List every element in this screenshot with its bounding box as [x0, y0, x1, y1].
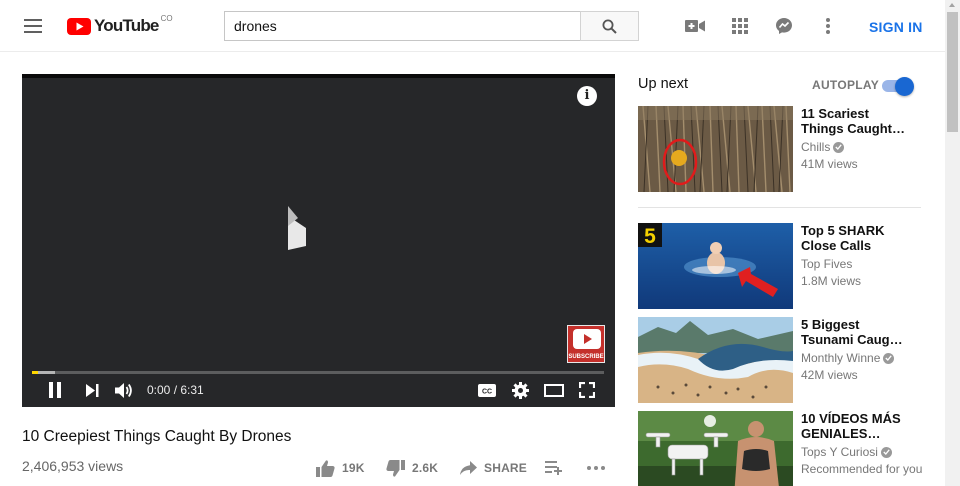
share-button[interactable]: SHARE	[460, 458, 527, 478]
recommendation-item[interactable]: 5 Biggest Tsunami Caug… Monthly Winne 42…	[638, 317, 928, 405]
autoplay-toggle-knob	[895, 77, 914, 96]
info-icon[interactable]: i	[577, 86, 597, 106]
recommendation-title[interactable]: 5 Biggest Tsunami Caug…	[801, 317, 906, 347]
svg-text:CC: CC	[482, 388, 492, 395]
youtube-logo[interactable]: YouTube CO	[67, 13, 173, 37]
captions-button[interactable]: CC	[476, 379, 498, 401]
recommendation-item[interactable]: 5 Top 5 SHARK Close Calls Top Fives 1.8M…	[638, 223, 928, 311]
pause-button[interactable]	[44, 379, 66, 401]
theater-mode-button[interactable]	[542, 379, 566, 401]
dislike-button[interactable]: 2.6K	[386, 458, 438, 478]
fullscreen-icon	[579, 382, 595, 398]
next-button[interactable]	[81, 379, 103, 401]
like-count: 19K	[342, 461, 365, 475]
recommendation-item[interactable]: 11 Scariest Things Caught… Chills 41M vi…	[638, 106, 928, 194]
player-top-bar	[22, 74, 615, 78]
like-button[interactable]: 19K	[316, 458, 365, 478]
search-button[interactable]	[580, 11, 639, 41]
recommendation-title[interactable]: 10 VÍDEOS MÁS GENIALES…	[801, 411, 906, 441]
up-next-heading: Up next	[638, 76, 688, 92]
menu-icon[interactable]	[18, 12, 48, 40]
pause-icon	[49, 382, 61, 398]
scroll-up-arrow-icon[interactable]	[949, 3, 955, 7]
settings-button[interactable]	[509, 379, 531, 401]
volume-button[interactable]	[113, 379, 137, 401]
thumbs-down-icon	[386, 459, 405, 477]
view-count: 2,406,953 views	[22, 458, 124, 474]
messages-icon[interactable]	[772, 14, 796, 38]
channel-name: Monthly Winne	[801, 351, 881, 365]
logo-region: CO	[160, 13, 173, 23]
recommendation-meta: 41M views	[801, 157, 858, 171]
autoplay-label: AUTOPLAY	[812, 78, 880, 92]
gear-icon	[511, 381, 529, 399]
scrollbar-thumb[interactable]	[947, 12, 958, 132]
recommendation-title[interactable]: Top 5 SHARK Close Calls	[801, 223, 906, 253]
video-thumbnail[interactable]: 5	[638, 223, 793, 309]
video-thumbnail[interactable]	[638, 106, 793, 192]
masthead: YouTube CO SIGN IN	[0, 0, 945, 52]
skip-next-icon	[85, 383, 98, 397]
recommendation-meta: 42M views	[801, 368, 858, 382]
dislike-count: 2.6K	[412, 461, 439, 475]
search-input[interactable]	[224, 11, 581, 41]
search-icon	[602, 19, 617, 34]
recommendation-item[interactable]: 10 VÍDEOS MÁS GENIALES… Tops Y Curiosi R…	[638, 411, 928, 486]
progress-played	[32, 371, 38, 374]
theater-mode-icon	[544, 383, 564, 397]
recommendation-meta: Recommended for you	[801, 462, 923, 476]
channel-name: Chills	[801, 140, 831, 154]
closed-captions-icon: CC	[478, 383, 496, 397]
verified-check-icon	[880, 446, 892, 458]
thumbnail-badge: 5	[644, 225, 656, 248]
more-vert-icon[interactable]	[816, 14, 840, 38]
subscribe-watermark[interactable]: SUBSCRIBE	[567, 325, 605, 363]
page-scrollbar[interactable]	[945, 0, 960, 486]
recommendation-channel[interactable]: Top Fives	[801, 257, 852, 271]
recommendation-meta: 1.8M views	[801, 274, 862, 288]
video-title: 10 Creepiest Things Caught By Drones	[22, 428, 292, 445]
channel-name: Top Fives	[801, 257, 853, 271]
thumbs-up-icon	[316, 459, 335, 477]
youtube-watch-page: YouTube CO SIGN IN i SUBSCRIBE	[0, 0, 960, 486]
video-thumbnail[interactable]	[638, 317, 793, 403]
progress-bar[interactable]	[32, 371, 604, 374]
recommendation-channel[interactable]: Chills	[801, 140, 845, 154]
verified-check-icon	[833, 141, 845, 153]
playlist-add-icon	[545, 461, 562, 475]
add-to-playlist-button[interactable]	[545, 458, 563, 478]
video-thumbnail[interactable]	[638, 411, 793, 486]
more-horiz-icon	[587, 466, 605, 470]
logo-text: YouTube	[94, 16, 159, 35]
recommendation-channel[interactable]: Tops Y Curiosi	[801, 445, 892, 459]
autoplay-toggle[interactable]	[880, 77, 914, 96]
subscribe-watermark-label: SUBSCRIBE	[568, 354, 604, 360]
volume-icon	[115, 382, 132, 398]
youtube-play-logo-icon	[67, 17, 91, 35]
loading-spinner-icon	[288, 206, 306, 250]
channel-name: Tops Y Curiosi	[801, 445, 878, 459]
share-icon	[460, 461, 477, 475]
recommendation-title[interactable]: 11 Scariest Things Caught…	[801, 106, 906, 136]
sign-in-button[interactable]: SIGN IN	[869, 19, 923, 35]
video-player[interactable]: i SUBSCRIBE 0:00 / 6:31 CC	[22, 74, 615, 407]
verified-check-icon	[883, 352, 895, 364]
video-camera-icon[interactable]	[683, 14, 707, 38]
subscribe-play-icon	[573, 329, 601, 349]
more-actions-button[interactable]	[587, 458, 605, 478]
fullscreen-button[interactable]	[576, 379, 598, 401]
time-display: 0:00 / 6:31	[147, 383, 204, 397]
recommendation-channel[interactable]: Monthly Winne	[801, 351, 895, 365]
up-next-divider	[638, 207, 921, 208]
share-label: SHARE	[484, 461, 528, 475]
apps-grid-icon[interactable]	[728, 14, 752, 38]
